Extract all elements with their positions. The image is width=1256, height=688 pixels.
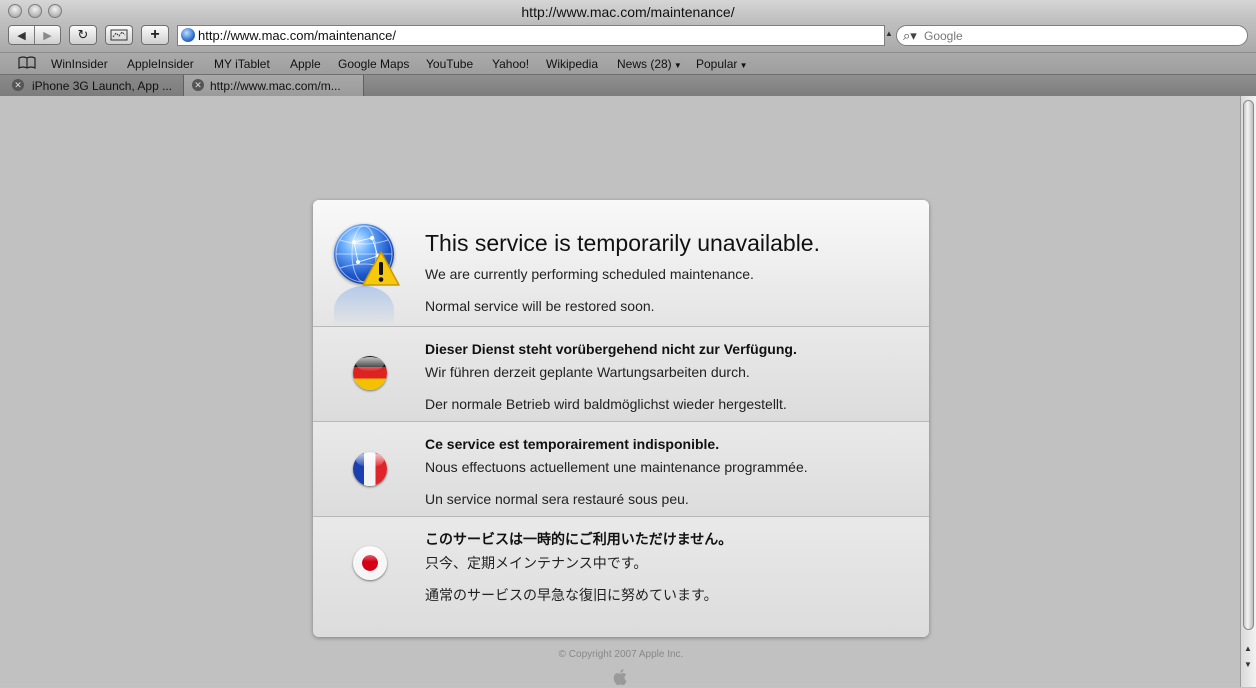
notice-line: Un service normal sera restauré sous peu… xyxy=(425,491,689,507)
chevron-down-icon: ▼ xyxy=(737,61,748,70)
notice-heading: Dieser Dienst steht vorübergehend nicht … xyxy=(425,341,797,357)
notice-heading: Ce service est temporairement indisponib… xyxy=(425,436,720,452)
scroll-down-icon[interactable]: ▼ xyxy=(1244,660,1252,669)
notice-japanese: このサービスは一時的にご利用いただけません。 只今、定期メインテナンス中です。 … xyxy=(313,516,929,637)
tab-maintenance[interactable]: ✕ http://www.mac.com/m... xyxy=(184,75,364,96)
window-title: http://www.mac.com/maintenance/ xyxy=(521,4,735,20)
globe-icon xyxy=(181,28,195,42)
snapback-icon xyxy=(110,29,128,41)
bookmark-folder-popular[interactable]: Popular ▼ xyxy=(696,57,748,71)
add-bookmark-button[interactable]: + xyxy=(141,25,169,45)
scroll-up-icon[interactable]: ▲ xyxy=(1244,644,1252,653)
search-icon: ⌕▾ xyxy=(903,28,917,43)
notice-french: Ce service est temporairement indisponib… xyxy=(313,421,929,516)
tab-iphone[interactable]: ✕ iPhone 3G Launch, App ... xyxy=(0,75,184,96)
tab-bar: ✕ iPhone 3G Launch, App ... ✕ http://www… xyxy=(0,74,1256,96)
title-bar: http://www.mac.com/maintenance/ xyxy=(0,0,1256,24)
notice-line: Nous effectuons actuellement une mainten… xyxy=(425,459,808,475)
reload-icon: ↻ xyxy=(77,27,89,42)
search-input[interactable]: ⌕▾ Google xyxy=(896,25,1248,46)
bookmark-folder-news[interactable]: News (28) ▼ xyxy=(617,57,682,71)
address-text: http://www.mac.com/maintenance/ xyxy=(198,28,396,43)
notice-heading: This service is temporarily unavailable. xyxy=(425,230,820,256)
notice-english: This service is temporarily unavailable.… xyxy=(313,200,929,326)
bookmark-item[interactable]: WinInsider xyxy=(51,57,108,71)
tab-close-icon[interactable]: ✕ xyxy=(192,79,204,91)
warning-icon xyxy=(362,251,400,286)
bookmark-item[interactable]: Google Maps xyxy=(338,57,409,71)
tab-close-icon[interactable]: ✕ xyxy=(12,79,24,91)
bookmarks-book-icon[interactable] xyxy=(18,56,36,72)
bookmark-item[interactable]: Wikipedia xyxy=(546,57,598,71)
bookmark-item[interactable]: AppleInsider xyxy=(127,57,194,71)
notice-line: Wir führen derzeit geplante Wartungsarbe… xyxy=(425,364,750,380)
maintenance-panel: This service is temporarily unavailable.… xyxy=(313,200,929,637)
notice-line: We are currently performing scheduled ma… xyxy=(425,266,754,282)
bookmark-item[interactable]: Yahoo! xyxy=(492,57,529,71)
notice-line: 通常のサービスの早急な復旧に努めています。 xyxy=(425,587,718,603)
chevron-down-icon: ▼ xyxy=(671,61,682,70)
notice-german: Dieser Dienst steht vorübergehend nicht … xyxy=(313,326,929,421)
bookmark-item[interactable]: Apple xyxy=(290,57,321,71)
notice-line: Normal service will be restored soon. xyxy=(425,298,655,314)
tab-label: iPhone 3G Launch, App ... xyxy=(32,79,173,93)
copyright-text: © Copyright 2007 Apple Inc. xyxy=(558,649,684,660)
apple-logo-icon xyxy=(613,669,627,686)
globe-reflection xyxy=(334,286,394,326)
french-flag-icon xyxy=(353,452,387,486)
bookmark-item[interactable]: YouTube xyxy=(426,57,473,71)
notice-line: Der normale Betrieb wird baldmöglichst w… xyxy=(425,396,787,412)
forward-button[interactable]: ▶ xyxy=(34,26,60,44)
plus-icon: + xyxy=(150,26,160,43)
tab-label: http://www.mac.com/m... xyxy=(210,79,341,93)
scrollbar-thumb[interactable] xyxy=(1243,100,1254,630)
notice-line: 只今、定期メインテナンス中です。 xyxy=(425,555,648,571)
address-dropdown-icon[interactable]: ▲ xyxy=(885,29,893,38)
bookmark-item[interactable]: MY iTablet xyxy=(214,57,270,71)
bookmarks-bar: WinInsider AppleInsider MY iTablet Apple… xyxy=(0,52,1256,74)
toolbar: ◀ ▶ ↻ + http://www.mac.com/maintenance/ … xyxy=(0,24,1256,52)
german-flag-icon xyxy=(353,356,387,390)
search-placeholder: Google xyxy=(924,29,963,43)
address-bar[interactable]: http://www.mac.com/maintenance/ xyxy=(177,25,885,46)
back-forward-buttons: ◀ ▶ xyxy=(8,25,61,45)
reload-button[interactable]: ↻ xyxy=(69,25,97,45)
snapback-button[interactable] xyxy=(105,25,133,45)
japanese-flag-icon xyxy=(353,546,387,580)
back-button[interactable]: ◀ xyxy=(9,26,34,44)
notice-heading: このサービスは一時的にご利用いただけません。 xyxy=(425,531,733,547)
vertical-scrollbar[interactable]: ▲ ▼ xyxy=(1240,96,1256,687)
